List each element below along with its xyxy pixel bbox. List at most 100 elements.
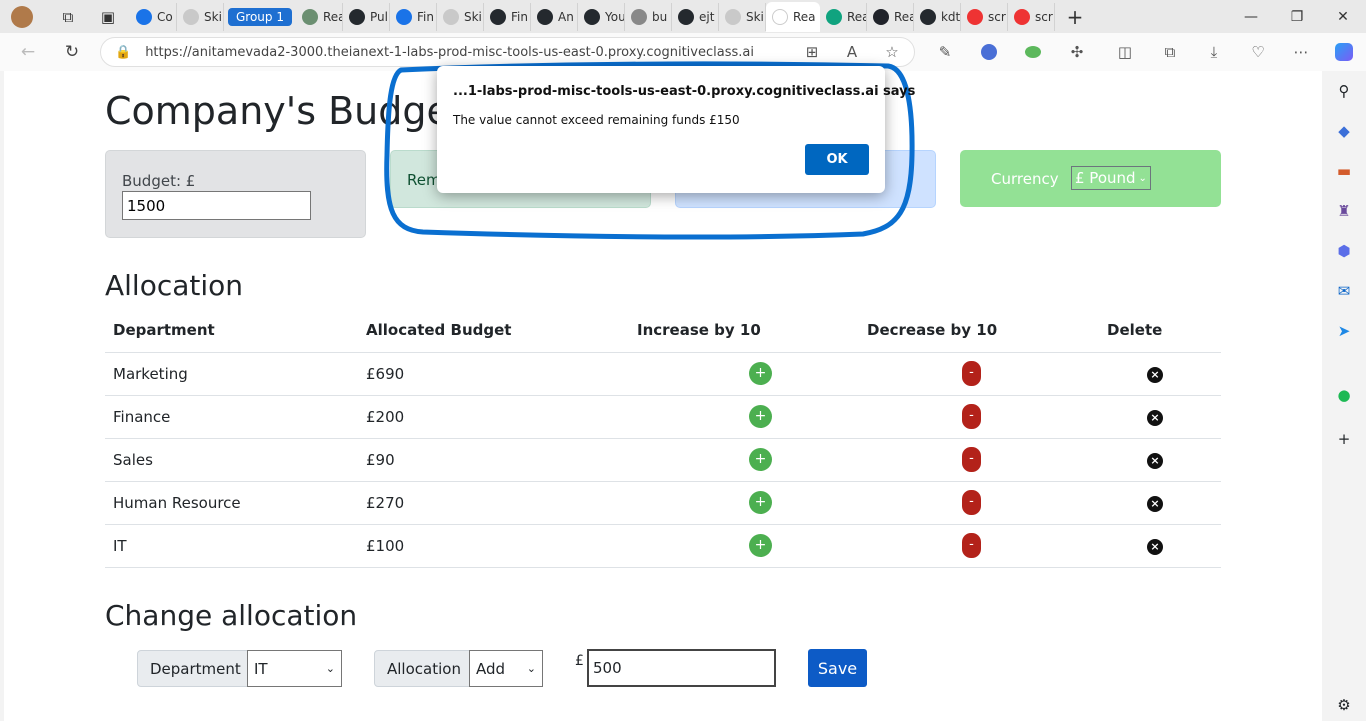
- shopping-tag-icon[interactable]: ◆: [1334, 121, 1354, 141]
- save-button[interactable]: Save: [808, 649, 867, 687]
- browser-tab[interactable]: An: [531, 2, 578, 31]
- close-window-icon[interactable]: ✕: [1320, 0, 1366, 33]
- allocation-type-value: Add: [476, 659, 506, 678]
- downloads-icon[interactable]: ⤓: [1202, 40, 1226, 64]
- increase-button[interactable]: +: [749, 405, 772, 428]
- tab-favicon-icon: [825, 8, 842, 25]
- tools-briefcase-icon[interactable]: ▬: [1334, 161, 1354, 181]
- delete-icon[interactable]: ×: [1147, 539, 1163, 555]
- decrease-button[interactable]: -: [962, 447, 981, 472]
- department-select[interactable]: IT ⌄: [247, 650, 342, 687]
- spotify-icon[interactable]: ●: [1334, 385, 1354, 405]
- tab-favicon-icon: [136, 8, 152, 25]
- browser-tab[interactable]: Fin: [390, 2, 437, 31]
- browser-tab[interactable]: You: [578, 2, 625, 31]
- browser-tab[interactable]: scr: [1008, 2, 1055, 31]
- outlook-icon[interactable]: ✉: [1334, 281, 1354, 301]
- browser-tab[interactable]: scr: [961, 2, 1008, 31]
- amount-input[interactable]: 500: [587, 649, 776, 687]
- browser-tab[interactable]: bu: [625, 2, 672, 31]
- browser-tab[interactable]: Rea✕: [765, 1, 820, 32]
- browser-tab[interactable]: Co: [130, 2, 177, 31]
- app-available-icon[interactable]: ⊞: [800, 40, 824, 64]
- browser-tab[interactable]: Pul: [343, 2, 390, 31]
- allocation-rows: Marketing £690 + - × Finance £200 + - × Sales £90 + -…: [105, 352, 1221, 568]
- collections-icon[interactable]: ⧉: [1158, 40, 1182, 64]
- increase-button[interactable]: +: [749, 491, 772, 514]
- tab-group-label[interactable]: Group 1: [228, 7, 292, 26]
- microsoft365-icon[interactable]: ⬢: [1334, 241, 1354, 261]
- tab-label: Ski: [745, 9, 764, 24]
- browser-tab[interactable]: Rea: [820, 2, 867, 31]
- browser-tab[interactable]: kdt: [914, 2, 961, 31]
- remaining-label: Rem: [407, 171, 441, 189]
- chevron-down-icon: ⌄: [1138, 172, 1147, 184]
- tab-label: Rea: [792, 9, 816, 24]
- decrease-button[interactable]: -: [962, 404, 981, 429]
- delete-icon[interactable]: ×: [1147, 410, 1163, 426]
- ok-button[interactable]: OK: [805, 144, 869, 175]
- games-icon[interactable]: ♜: [1334, 201, 1354, 221]
- delete-cell: ×: [1099, 438, 1221, 482]
- copilot-icon[interactable]: [1332, 40, 1356, 64]
- column-header-delete: Delete: [1099, 309, 1221, 353]
- increase-cell: +: [629, 438, 859, 482]
- dialog-title: ...1-labs-prod-misc-tools-us-east-0.prox…: [453, 84, 916, 99]
- eyedropper-icon[interactable]: ✎: [933, 40, 957, 64]
- currency-label: Currency: [991, 170, 1059, 188]
- new-tab-icon[interactable]: +: [1061, 3, 1089, 31]
- tab-label: Ski: [463, 9, 482, 24]
- increase-button[interactable]: +: [749, 534, 772, 557]
- profile-avatar[interactable]: [8, 3, 36, 31]
- search-icon[interactable]: ⚲: [1334, 81, 1354, 101]
- restore-icon[interactable]: ❐: [1274, 0, 1320, 33]
- increase-button[interactable]: +: [749, 448, 772, 471]
- add-sidebar-app-icon[interactable]: +: [1334, 429, 1354, 449]
- workspaces-icon[interactable]: ⧉: [54, 3, 82, 31]
- tab-label: scr: [987, 9, 1006, 24]
- tab-label: Fin: [510, 9, 528, 24]
- tab-label: bu: [651, 9, 668, 24]
- browser-tab[interactable]: Ski: [719, 2, 766, 31]
- address-bar[interactable]: 🔒 https://anitamevada2-3000.theianext-1-…: [100, 37, 915, 67]
- decrease-cell: -: [859, 481, 1099, 525]
- browser-tab[interactable]: Fin: [484, 2, 531, 31]
- delete-icon[interactable]: ×: [1147, 496, 1163, 512]
- browser-tab[interactable]: Rea: [867, 2, 914, 31]
- currency-select[interactable]: £ Pound ⌄: [1071, 166, 1151, 190]
- increase-button[interactable]: +: [749, 362, 772, 385]
- extension-green-icon[interactable]: [1021, 40, 1045, 64]
- vertical-tabs-icon[interactable]: ▣: [94, 3, 122, 31]
- delete-icon[interactable]: ×: [1147, 367, 1163, 383]
- minimize-icon[interactable]: —: [1228, 0, 1274, 33]
- sidebar-settings-icon[interactable]: ⚙: [1334, 695, 1354, 715]
- decrease-button[interactable]: -: [962, 361, 981, 386]
- delete-icon[interactable]: ×: [1147, 453, 1163, 469]
- back-icon[interactable]: ←: [10, 34, 46, 70]
- delete-cell: ×: [1099, 395, 1221, 439]
- split-screen-icon[interactable]: ◫: [1113, 40, 1137, 64]
- extension-icon[interactable]: [977, 40, 1001, 64]
- performance-icon[interactable]: ♡: [1246, 40, 1270, 64]
- delete-cell: ×: [1099, 481, 1221, 525]
- decrease-button[interactable]: -: [962, 490, 981, 515]
- change-allocation-heading: Change allocation: [105, 599, 358, 632]
- tab-favicon-icon: [536, 8, 553, 25]
- refresh-icon[interactable]: ↻: [54, 34, 90, 70]
- browser-tab[interactable]: ejt: [672, 2, 719, 31]
- budget-input[interactable]: [122, 191, 311, 220]
- read-aloud-icon[interactable]: A: [840, 40, 864, 64]
- table-header-row: Department Allocated Budget Increase by …: [105, 309, 1221, 353]
- currency-card: Currency £ Pound ⌄: [960, 150, 1221, 207]
- more-menu-icon[interactable]: ⋯: [1289, 40, 1313, 64]
- browser-tab[interactable]: Ski: [177, 2, 224, 31]
- browser-tab[interactable]: Rea: [296, 2, 343, 31]
- browser-tab[interactable]: Ski: [437, 2, 484, 31]
- allocation-table: Department Allocated Budget Increase by …: [105, 309, 1221, 568]
- decrease-cell: -: [859, 352, 1099, 396]
- decrease-button[interactable]: -: [962, 533, 981, 558]
- allocation-type-select[interactable]: Add ⌄: [469, 650, 543, 687]
- extensions-puzzle-icon[interactable]: ✣: [1065, 40, 1089, 64]
- drop-icon[interactable]: ➤: [1334, 321, 1354, 341]
- favorite-star-icon[interactable]: ☆: [880, 40, 904, 64]
